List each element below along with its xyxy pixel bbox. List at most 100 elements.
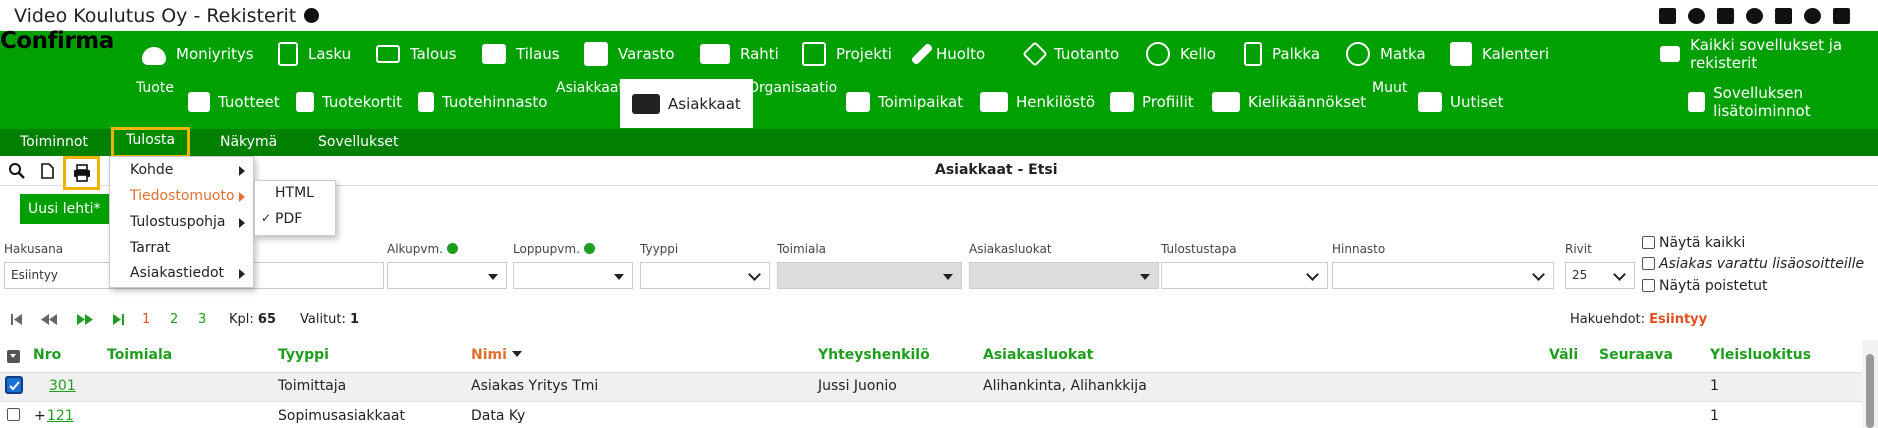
print-menu-kohde[interactable]: Kohde: [130, 162, 173, 178]
hamburger-icon: [1660, 46, 1681, 62]
nayta-kaikki-label: Näytä kaikki: [1659, 235, 1746, 251]
prev-page-icon[interactable]: [40, 313, 58, 326]
vertical-scrollbar[interactable]: [1862, 340, 1878, 428]
label-asiakasluokat: Asiakasluokat: [969, 242, 1052, 256]
book-icon[interactable]: [1717, 8, 1734, 24]
window-icon[interactable]: [1659, 8, 1676, 24]
boxes-icon: [584, 42, 608, 66]
hinnasto-select[interactable]: [1332, 262, 1554, 289]
nayta-kaikki-checkbox[interactable]: [1642, 236, 1655, 249]
row-checkbox-checked[interactable]: [5, 376, 23, 394]
module-moniyritys[interactable]: Moniyritys: [142, 41, 254, 67]
submodule-henkilosto[interactable]: Henkilöstö: [980, 86, 1095, 118]
module-talous[interactable]: Talous: [376, 41, 457, 67]
page-link-1[interactable]: 1: [142, 312, 150, 327]
submodule-tuotteet[interactable]: Tuotteet: [188, 86, 280, 118]
calendar-icon: [1450, 42, 1472, 66]
alkupvm-input[interactable]: [387, 262, 507, 289]
print-menu-tulostuspohja[interactable]: Tulostuspohja: [130, 214, 226, 230]
module-kello[interactable]: Kello: [1146, 41, 1216, 67]
page-link-3[interactable]: 3: [198, 312, 206, 327]
submodule-tuotekortit[interactable]: Tuotekortit: [296, 86, 402, 118]
menu-tulosta[interactable]: Tulosta: [111, 127, 191, 158]
clock-icon: [1146, 42, 1170, 66]
kpl-count: Kpl: 65: [229, 312, 277, 327]
submodule-profiilit[interactable]: Profiilit: [1110, 86, 1194, 118]
page-link-2[interactable]: 2: [170, 312, 178, 327]
all-apps-link[interactable]: Kaikki sovellukset ja rekisterit: [1660, 36, 1878, 72]
new-document-icon[interactable]: [38, 162, 56, 180]
row-nimi: Asiakas Yritys Tmi: [471, 378, 599, 394]
window-title: Video Koulutus Oy - Rekisterit: [14, 5, 320, 27]
next-page-icon[interactable]: [76, 313, 94, 326]
scrollbar-thumb[interactable]: [1866, 354, 1874, 428]
submodule-toimipaikat[interactable]: Toimipaikat: [846, 86, 963, 118]
print-menu-tiedostomuoto[interactable]: Tiedostomuoto: [130, 188, 235, 204]
row-nro-link[interactable]: 301: [49, 378, 76, 394]
submodule-lisatoiminnot[interactable]: Sovelluksen lisätoiminnot: [1688, 84, 1878, 120]
id-card-icon: [1110, 92, 1134, 112]
module-matka[interactable]: Matka: [1346, 41, 1426, 67]
search-icon[interactable]: [8, 162, 26, 180]
help-icon[interactable]: [1746, 8, 1763, 24]
module-projekti[interactable]: Projekti: [802, 41, 892, 67]
module-varasto[interactable]: Varasto: [584, 41, 675, 67]
submodule-asiakkaat[interactable]: Asiakkaat: [620, 79, 753, 128]
module-kalenteri[interactable]: Kalenteri: [1450, 41, 1549, 67]
user-icon[interactable]: [1804, 8, 1821, 24]
module-tuotanto[interactable]: Tuotanto: [1022, 41, 1119, 67]
header-nro[interactable]: Nro: [33, 347, 61, 363]
mail-icon[interactable]: [1775, 8, 1792, 24]
chevron-down-icon: [748, 268, 761, 281]
varattu-checkbox[interactable]: [1642, 257, 1655, 270]
row-nro-link[interactable]: 121: [47, 408, 74, 424]
first-page-icon[interactable]: [10, 313, 24, 326]
home-icon: [846, 92, 870, 112]
module-palkka[interactable]: Palkka: [1244, 41, 1320, 67]
format-pdf[interactable]: PDF: [275, 211, 302, 227]
loppupvm-input[interactable]: [513, 262, 633, 289]
submodule-tuotehinnasto[interactable]: Tuotehinnasto: [418, 86, 547, 118]
module-rahti[interactable]: Rahti: [700, 41, 779, 67]
menu-nakyma[interactable]: Näkymä: [220, 129, 277, 156]
module-huolto[interactable]: Huolto: [910, 41, 985, 67]
poistetut-checkbox[interactable]: [1642, 279, 1655, 292]
header-tyyppi[interactable]: Tyyppi: [278, 347, 329, 363]
menu-sovellukset[interactable]: Sovellukset: [318, 129, 399, 156]
format-html[interactable]: HTML: [275, 185, 314, 201]
header-yleisluokitus[interactable]: Yleisluokitus: [1710, 347, 1811, 363]
print-menu-tarrat[interactable]: Tarrat: [130, 240, 170, 256]
brand-logo[interactable]: Confirma: [0, 28, 114, 54]
header-seuraava[interactable]: Seuraava: [1599, 347, 1673, 363]
row-checkbox[interactable]: [7, 408, 20, 421]
github-icon[interactable]: [304, 8, 320, 23]
header-yhteyshenkilo[interactable]: Yhteyshenkilö: [818, 347, 930, 363]
tab-uusi-lehti[interactable]: Uusi lehti*: [20, 194, 109, 224]
tyyppi-select[interactable]: [640, 262, 770, 289]
expand-icon[interactable]: +: [34, 408, 46, 424]
menu-icon[interactable]: [1833, 8, 1850, 24]
row-yhteyshenkilo: Jussi Juonio: [818, 378, 897, 394]
bell-icon[interactable]: [1688, 8, 1705, 24]
tulostustapa-select[interactable]: [1161, 262, 1328, 289]
header-toimiala[interactable]: Toimiala: [107, 347, 172, 363]
asiakasluokat-select[interactable]: [969, 262, 1159, 289]
toimiala-select[interactable]: [777, 262, 962, 289]
last-page-icon[interactable]: [111, 313, 125, 326]
module-lasku[interactable]: Lasku: [278, 41, 351, 67]
label-hinnasto: Hinnasto: [1332, 242, 1386, 256]
print-button[interactable]: [63, 156, 100, 190]
header-asiakasluokat[interactable]: Asiakasluokat: [983, 347, 1093, 363]
submodule-kielikaannokset[interactable]: Kielikäännökset: [1212, 86, 1366, 118]
print-menu-asiakastiedot[interactable]: Asiakastiedot: [130, 265, 224, 281]
select-all-checkbox[interactable]: [7, 350, 20, 363]
menu-toiminnot[interactable]: Toiminnot: [20, 129, 88, 156]
label-loppupvm: Loppupvm.: [513, 242, 595, 256]
header-vali[interactable]: Väli: [1549, 347, 1578, 363]
module-tilaus[interactable]: Tilaus: [482, 41, 560, 67]
truck-icon: [700, 44, 730, 64]
rivit-select[interactable]: 25: [1565, 262, 1635, 289]
submodule-uutiset[interactable]: Uutiset: [1418, 86, 1503, 118]
window-titlebar: Video Koulutus Oy - Rekisterit: [0, 0, 1878, 31]
header-nimi[interactable]: Nimi: [471, 347, 522, 363]
